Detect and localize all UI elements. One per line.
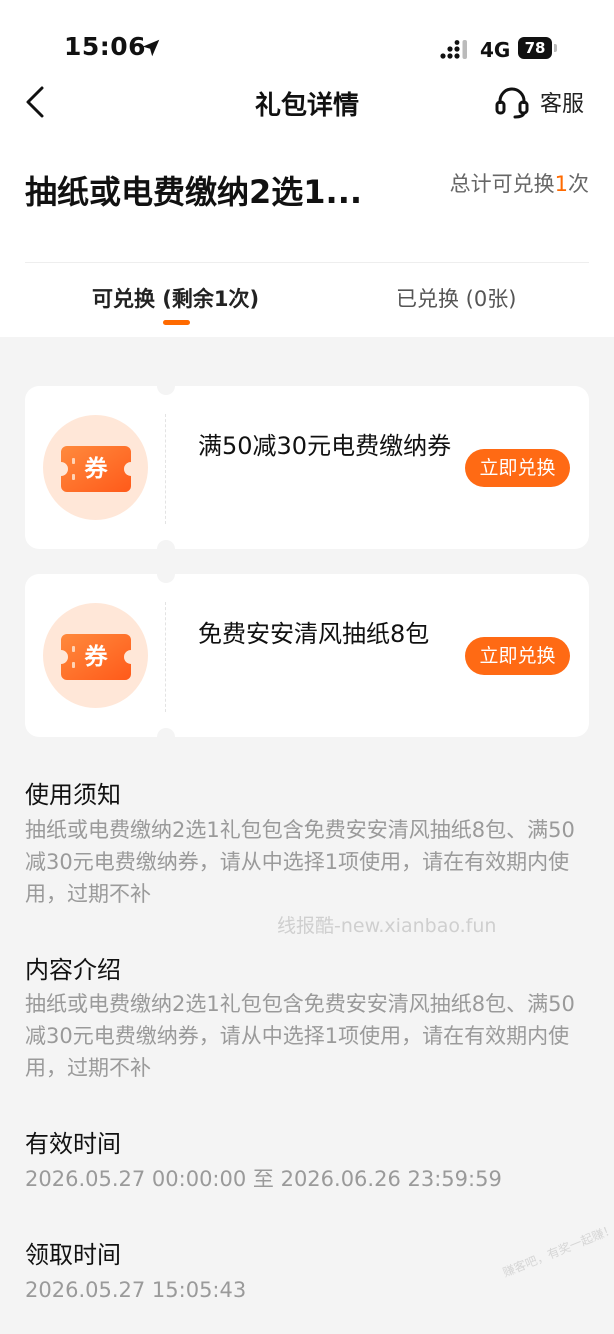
card-dashed-divider	[165, 602, 166, 712]
signal-icon	[440, 40, 467, 59]
content-intro-title: 内容介绍	[25, 956, 121, 984]
card-notch	[157, 728, 175, 746]
redeem-total-suffix: 次	[568, 172, 589, 196]
status-time: 15:06	[64, 32, 147, 61]
valid-period-text: 2026.05.27 00:00:00 至 2026.06.26 23:59:5…	[25, 1167, 502, 1191]
coupon-title: 免费安安清风抽纸8包	[198, 620, 430, 648]
battery-icon: 78	[518, 37, 552, 59]
card-dashed-divider	[165, 414, 166, 524]
coupon-icon-text: 券	[84, 456, 108, 482]
status-bar: 15:06 4G 78	[0, 0, 614, 80]
customer-service-label: 客服	[540, 92, 585, 117]
content-intro-text: 抽纸或电费缴纳2选1礼包包含免费安安清风抽纸8包、满50减30元电费缴纳券，请从…	[25, 992, 575, 1080]
battery-tip	[554, 44, 557, 52]
headset-icon	[495, 87, 529, 119]
claim-time-title: 领取时间	[25, 1241, 121, 1269]
location-arrow-icon	[142, 39, 160, 57]
redeem-now-button[interactable]: 立即兑换	[465, 449, 570, 487]
coupon-card: 券 满50减30元电费缴纳券 立即兑换	[25, 377, 589, 558]
network-type: 4G	[480, 38, 511, 62]
usage-notice-text: 抽纸或电费缴纳2选1礼包包含免费安安清风抽纸8包、满50减30元电费缴纳券，请从…	[25, 818, 575, 906]
coupon-card: 券 免费安安清风抽纸8包 立即兑换	[25, 565, 589, 746]
coupon-title: 满50减30元电费缴纳券	[198, 432, 452, 460]
watermark-text: 线报酷-new.xianbao.fun	[277, 915, 497, 937]
card-notch	[157, 565, 175, 583]
gift-title: 抽纸或电费缴纳2选1...	[25, 173, 363, 211]
divider	[25, 262, 589, 263]
coupon-icon-text: 券	[84, 644, 108, 670]
redeem-total: 总计可兑换1次	[450, 168, 589, 198]
usage-notice-title: 使用须知	[25, 781, 121, 809]
card-notch	[157, 377, 175, 395]
tab-redeemed[interactable]: 已兑换 (0张)	[396, 283, 516, 313]
customer-service-button[interactable]: 客服	[494, 82, 584, 122]
card-notch	[157, 540, 175, 558]
redeem-total-count: 1	[554, 172, 568, 196]
active-tab-indicator	[163, 320, 190, 325]
tab-redeemable[interactable]: 可兑换 (剩余1次)	[92, 283, 259, 313]
redeem-now-button[interactable]: 立即兑换	[465, 637, 570, 675]
valid-period-title: 有效时间	[25, 1130, 121, 1158]
redeem-total-prefix: 总计可兑换	[449, 172, 555, 196]
